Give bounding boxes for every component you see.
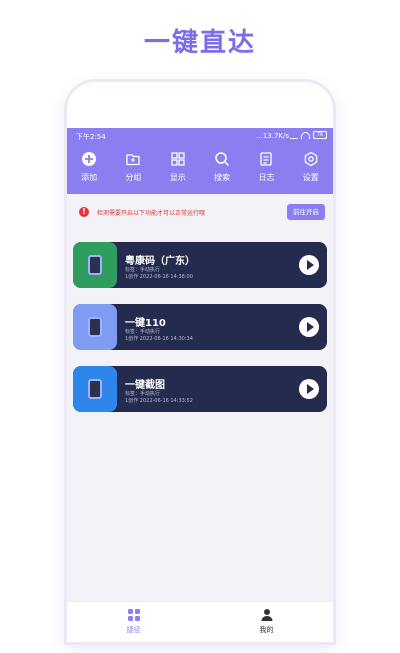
app-icon: [73, 366, 117, 412]
phone-frame: 下午2:54 ...13.7K/s 76 添加 分组 显示 搜索 日志 设置 !…: [67, 82, 333, 642]
tool-label: 显示: [169, 173, 186, 182]
nav-profile[interactable]: 我的: [200, 602, 333, 642]
tool-add[interactable]: 添加: [69, 150, 109, 192]
nav-label: 我的: [259, 626, 274, 634]
shortcut-meta: 标签：手动执行 1创作 2022-06-16 14:30:34: [125, 329, 193, 343]
search-icon: [202, 150, 242, 168]
shortcut-title: 一键110: [125, 318, 166, 329]
shortcut-card[interactable]: 粤康码（广东） 标签：手动执行 1创作 2022-06-16 14:38:00: [73, 242, 327, 288]
app-header: 下午2:54 ...13.7K/s 76 添加 分组 显示 搜索 日志 设置: [67, 128, 333, 194]
permission-notice: ! 检测需要开启以下功能才可以正常运行哦 前往开启: [75, 204, 325, 224]
play-button[interactable]: [299, 255, 319, 275]
nav-label: 捷径: [126, 626, 141, 634]
tool-group[interactable]: 分组: [113, 150, 153, 192]
signal-icon: [290, 132, 298, 139]
shortcut-date: 1创作 2022-06-16 14:30:34: [125, 336, 193, 342]
shortcut-date: 1创作 2022-06-16 14:33:52: [125, 398, 193, 404]
shortcut-tag: 标签：手动执行: [125, 391, 161, 397]
tool-label: 分组: [125, 173, 142, 182]
status-icons: 76: [290, 131, 327, 139]
phone-icon: [88, 317, 102, 337]
notice-text: 检测需要开启以下功能才可以正常运行哦: [97, 210, 206, 217]
gear-icon: [291, 150, 331, 168]
enable-button[interactable]: 前往开启: [287, 204, 325, 220]
warning-icon: !: [79, 207, 89, 217]
shortcut-tag: 标签：手动执行: [125, 329, 161, 335]
plus-circle-icon: [69, 150, 109, 168]
shortcut-title: 一键截图: [125, 380, 165, 391]
bottom-nav: 捷径 我的: [67, 601, 333, 642]
battery-icon: 76: [313, 131, 327, 139]
phone-bezel: [67, 82, 333, 128]
status-time: 下午2:54: [76, 133, 106, 141]
shortcut-card[interactable]: 一键截图 标签：手动执行 1创作 2022-06-16 14:33:52: [73, 366, 327, 412]
phone-icon: [88, 379, 102, 399]
network-speed: ...13.7K/s: [256, 132, 289, 140]
shortcut-meta: 标签：手动执行 1创作 2022-06-16 14:33:52: [125, 391, 193, 405]
toolbar: 添加 分组 显示 搜索 日志 设置: [67, 150, 333, 192]
play-button[interactable]: [299, 379, 319, 399]
shortcut-title: 粤康码（广东）: [125, 256, 195, 267]
grid-icon: [158, 150, 198, 168]
play-icon: [306, 384, 314, 394]
folder-icon: [113, 150, 153, 168]
tool-label: 搜索: [214, 173, 231, 182]
tool-label: 设置: [302, 173, 319, 182]
shortcuts-icon: [67, 608, 200, 622]
tool-settings[interactable]: 设置: [291, 150, 331, 192]
wifi-icon: [301, 131, 310, 139]
shortcut-card[interactable]: 一键110 标签：手动执行 1创作 2022-06-16 14:30:34: [73, 304, 327, 350]
app-icon: [73, 242, 117, 288]
tool-search[interactable]: 搜索: [202, 150, 242, 192]
tool-label: 日志: [258, 173, 275, 182]
phone-icon: [88, 255, 102, 275]
tool-log[interactable]: 日志: [246, 150, 286, 192]
log-icon: [246, 150, 286, 168]
play-icon: [306, 260, 314, 270]
tool-label: 添加: [81, 173, 98, 182]
play-icon: [306, 322, 314, 332]
play-button[interactable]: [299, 317, 319, 337]
shortcut-meta: 标签：手动执行 1创作 2022-06-16 14:38:00: [125, 267, 193, 281]
promo-headline: 一键直达: [143, 28, 256, 58]
shortcut-tag: 标签：手动执行: [125, 267, 161, 273]
profile-icon: [200, 608, 333, 622]
nav-shortcuts[interactable]: 捷径: [67, 602, 200, 642]
shortcut-date: 1创作 2022-06-16 14:38:00: [125, 274, 193, 280]
status-bar: 下午2:54 ...13.7K/s 76: [67, 128, 333, 144]
app-icon: [73, 304, 117, 350]
tool-display[interactable]: 显示: [158, 150, 198, 192]
